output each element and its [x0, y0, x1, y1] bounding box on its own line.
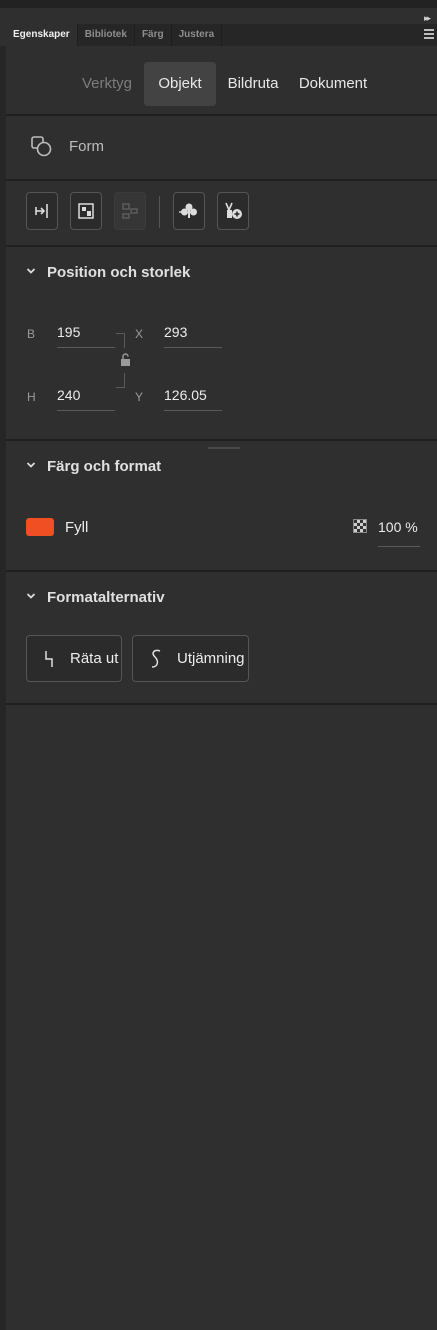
chevron-down-icon — [26, 268, 36, 274]
tab-farg[interactable]: Färg — [135, 24, 172, 46]
tab-justera[interactable]: Justera — [172, 24, 223, 46]
align-to-stage-button[interactable] — [26, 192, 58, 230]
height-label: H — [27, 390, 36, 404]
add-to-asset-warp-icon — [179, 203, 197, 218]
checkerboard-icon — [353, 519, 367, 533]
section-position-size-header[interactable]: Position och storlek — [6, 259, 437, 289]
tab-bibliotek[interactable]: Bibliotek — [78, 24, 135, 46]
section-title: Formatalternativ — [47, 589, 165, 606]
divider — [6, 179, 437, 181]
subtab-frame[interactable]: Bildruta — [218, 62, 288, 106]
straighten-icon — [45, 651, 53, 667]
x-field[interactable]: 293 — [164, 322, 222, 348]
top-strip — [0, 0, 437, 8]
properties-panel: Verktyg Objekt Bildruta Dokument Form Po… — [6, 46, 437, 1330]
object-type-row: Form — [6, 116, 437, 178]
divider — [6, 703, 437, 705]
add-to-asset-warp-button[interactable] — [173, 192, 205, 230]
fill-color-swatch[interactable] — [26, 518, 54, 536]
section-title: Position och storlek — [47, 264, 191, 281]
break-apart-icon — [122, 203, 138, 219]
subtab-object[interactable]: Objekt — [144, 62, 216, 106]
fill-label: Fyll — [65, 519, 89, 536]
object-toolbar — [6, 192, 437, 232]
add-to-library-button[interactable] — [217, 192, 249, 230]
divider — [6, 570, 437, 572]
resize-grip[interactable] — [208, 447, 240, 449]
height-field[interactable]: 240 — [57, 385, 115, 411]
hamburger-menu-icon[interactable] — [424, 29, 434, 39]
chevron-down-icon — [26, 593, 36, 599]
width-field[interactable]: 195 — [57, 322, 115, 348]
toolbar-separator — [159, 196, 160, 228]
y-label: Y — [135, 390, 144, 404]
divider — [6, 439, 437, 441]
break-apart-button[interactable] — [114, 192, 146, 230]
x-label: X — [135, 327, 144, 341]
straighten-label: Räta ut — [70, 650, 119, 667]
section-title: Färg och format — [47, 458, 162, 475]
subtab-document[interactable]: Dokument — [293, 62, 373, 106]
add-to-library-icon — [225, 202, 242, 219]
section-color-format-header[interactable]: Färg och format — [6, 453, 437, 483]
link-bracket-top — [116, 333, 125, 348]
width-label: B — [27, 327, 36, 341]
subtab-tools[interactable]: Verktyg — [68, 62, 146, 106]
object-type-label: Form — [69, 138, 104, 155]
tab-egenskaper[interactable]: Egenskaper — [6, 24, 78, 46]
divider — [6, 245, 437, 247]
shape-icon — [31, 136, 53, 158]
convert-to-symbol-icon — [78, 203, 94, 219]
subtab-bar: Verktyg Objekt Bildruta Dokument — [6, 62, 437, 106]
double-chevron-right-icon[interactable]: ▸▸ — [424, 13, 431, 24]
link-bracket-bottom — [116, 373, 125, 388]
section-format-options-header[interactable]: Formatalternativ — [6, 584, 437, 614]
convert-to-symbol-button[interactable] — [70, 192, 102, 230]
align-to-stage-icon — [35, 204, 48, 218]
smooth-icon — [151, 649, 161, 668]
straighten-button[interactable]: Räta ut — [26, 635, 122, 682]
smooth-button[interactable]: Utjämning — [132, 635, 249, 682]
panel-tab-bar: Egenskaper Bibliotek Färg Justera — [6, 24, 437, 46]
y-field[interactable]: 126.05 — [164, 385, 222, 411]
opacity-field[interactable]: 100 % — [378, 516, 420, 547]
smooth-label: Utjämning — [177, 650, 245, 667]
unlock-icon[interactable] — [120, 353, 131, 367]
chevron-down-icon — [26, 462, 36, 468]
